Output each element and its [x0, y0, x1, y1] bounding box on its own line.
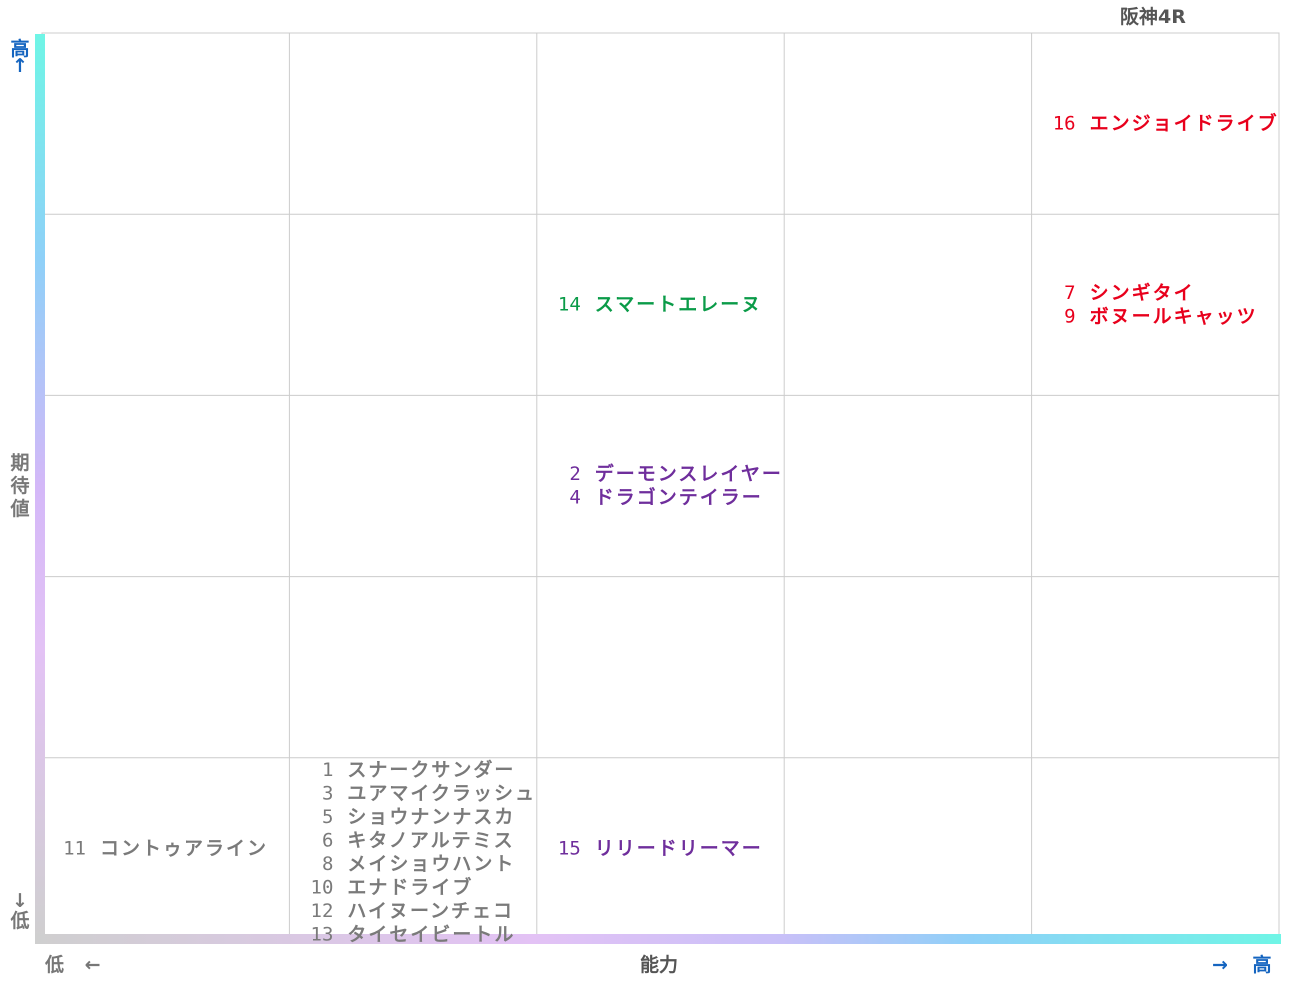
horse-number: 7 — [1064, 282, 1075, 304]
horse-name: スナークサンダー — [347, 758, 515, 781]
horse-name: デーモンスレイヤー — [595, 462, 783, 485]
horse-name: ボヌールキャッツ — [1090, 305, 1258, 327]
horse-number: 13 — [311, 923, 334, 945]
horse-number: 12 — [311, 900, 334, 922]
horse-number: 4 — [569, 487, 580, 509]
horse-name: コントゥアライン — [100, 837, 268, 859]
y-axis-bar — [35, 34, 45, 940]
horse-name: スマートエレーヌ — [595, 294, 762, 316]
horse-number: 2 — [569, 463, 580, 485]
horse-number: 14 — [558, 294, 581, 316]
horse-number: 9 — [1064, 305, 1075, 327]
horse-name: シンギタイ — [1090, 282, 1195, 304]
x-axis-bar — [35, 934, 1281, 944]
horse-number: 15 — [558, 837, 581, 859]
chart-cell: 7 シンギタイ 9 ボヌールキャッツ — [1064, 282, 1258, 328]
horse-name: ユアマイクラッシュ — [347, 782, 536, 804]
horse-name: エンジョイドライブ — [1090, 111, 1279, 134]
horse-number: 3 — [322, 782, 333, 804]
expectation-ability-chart: 16 エンジョイドライブ14 スマートエレーヌ7 シンギタイ9 ボヌールキャッツ2 デーモ… — [35, 32, 1281, 946]
chart-cell: 2 デーモンスレイヤー 4 ドラゴンテイラー — [569, 462, 783, 509]
horse-number: 6 — [322, 829, 333, 851]
horse-name: ショウナンナスカ — [347, 806, 515, 828]
chart-cell: 16 エンジョイドライブ — [1053, 111, 1279, 134]
horse-name: エナドライブ — [347, 875, 473, 898]
horse-number: 11 — [63, 837, 86, 859]
horse-number: 10 — [311, 876, 334, 898]
horse-name: メイショウハント — [347, 853, 515, 875]
chart-cell: 11 コントゥアライン — [63, 837, 268, 859]
chart-cell: 15 リリードリーマー — [558, 837, 763, 859]
horse-name: ドラゴンテイラー — [595, 486, 763, 509]
horse-number: 1 — [322, 759, 333, 781]
horse-name: リリードリーマー — [595, 837, 763, 859]
chart-cell: 1 スナークサンダー 3 ユアマイクラッシュ 5 ショウナンナスカ 6 キタノアルテミス 8 メイ… — [311, 758, 536, 946]
horse-number: 5 — [322, 806, 333, 828]
horse-name: キタノアルテミス — [347, 829, 514, 851]
chart-cells: 16 エンジョイドライブ14 スマートエレーヌ7 シンギタイ9 ボヌールキャッツ2 デーモ… — [63, 111, 1279, 946]
chart-cell: 14 スマートエレーヌ — [558, 294, 762, 316]
horse-number: 8 — [322, 853, 333, 875]
horse-name: ハイヌーンチェコ — [347, 900, 514, 922]
horse-number: 16 — [1053, 112, 1076, 134]
horse-name: タイセイビートル — [347, 923, 515, 945]
